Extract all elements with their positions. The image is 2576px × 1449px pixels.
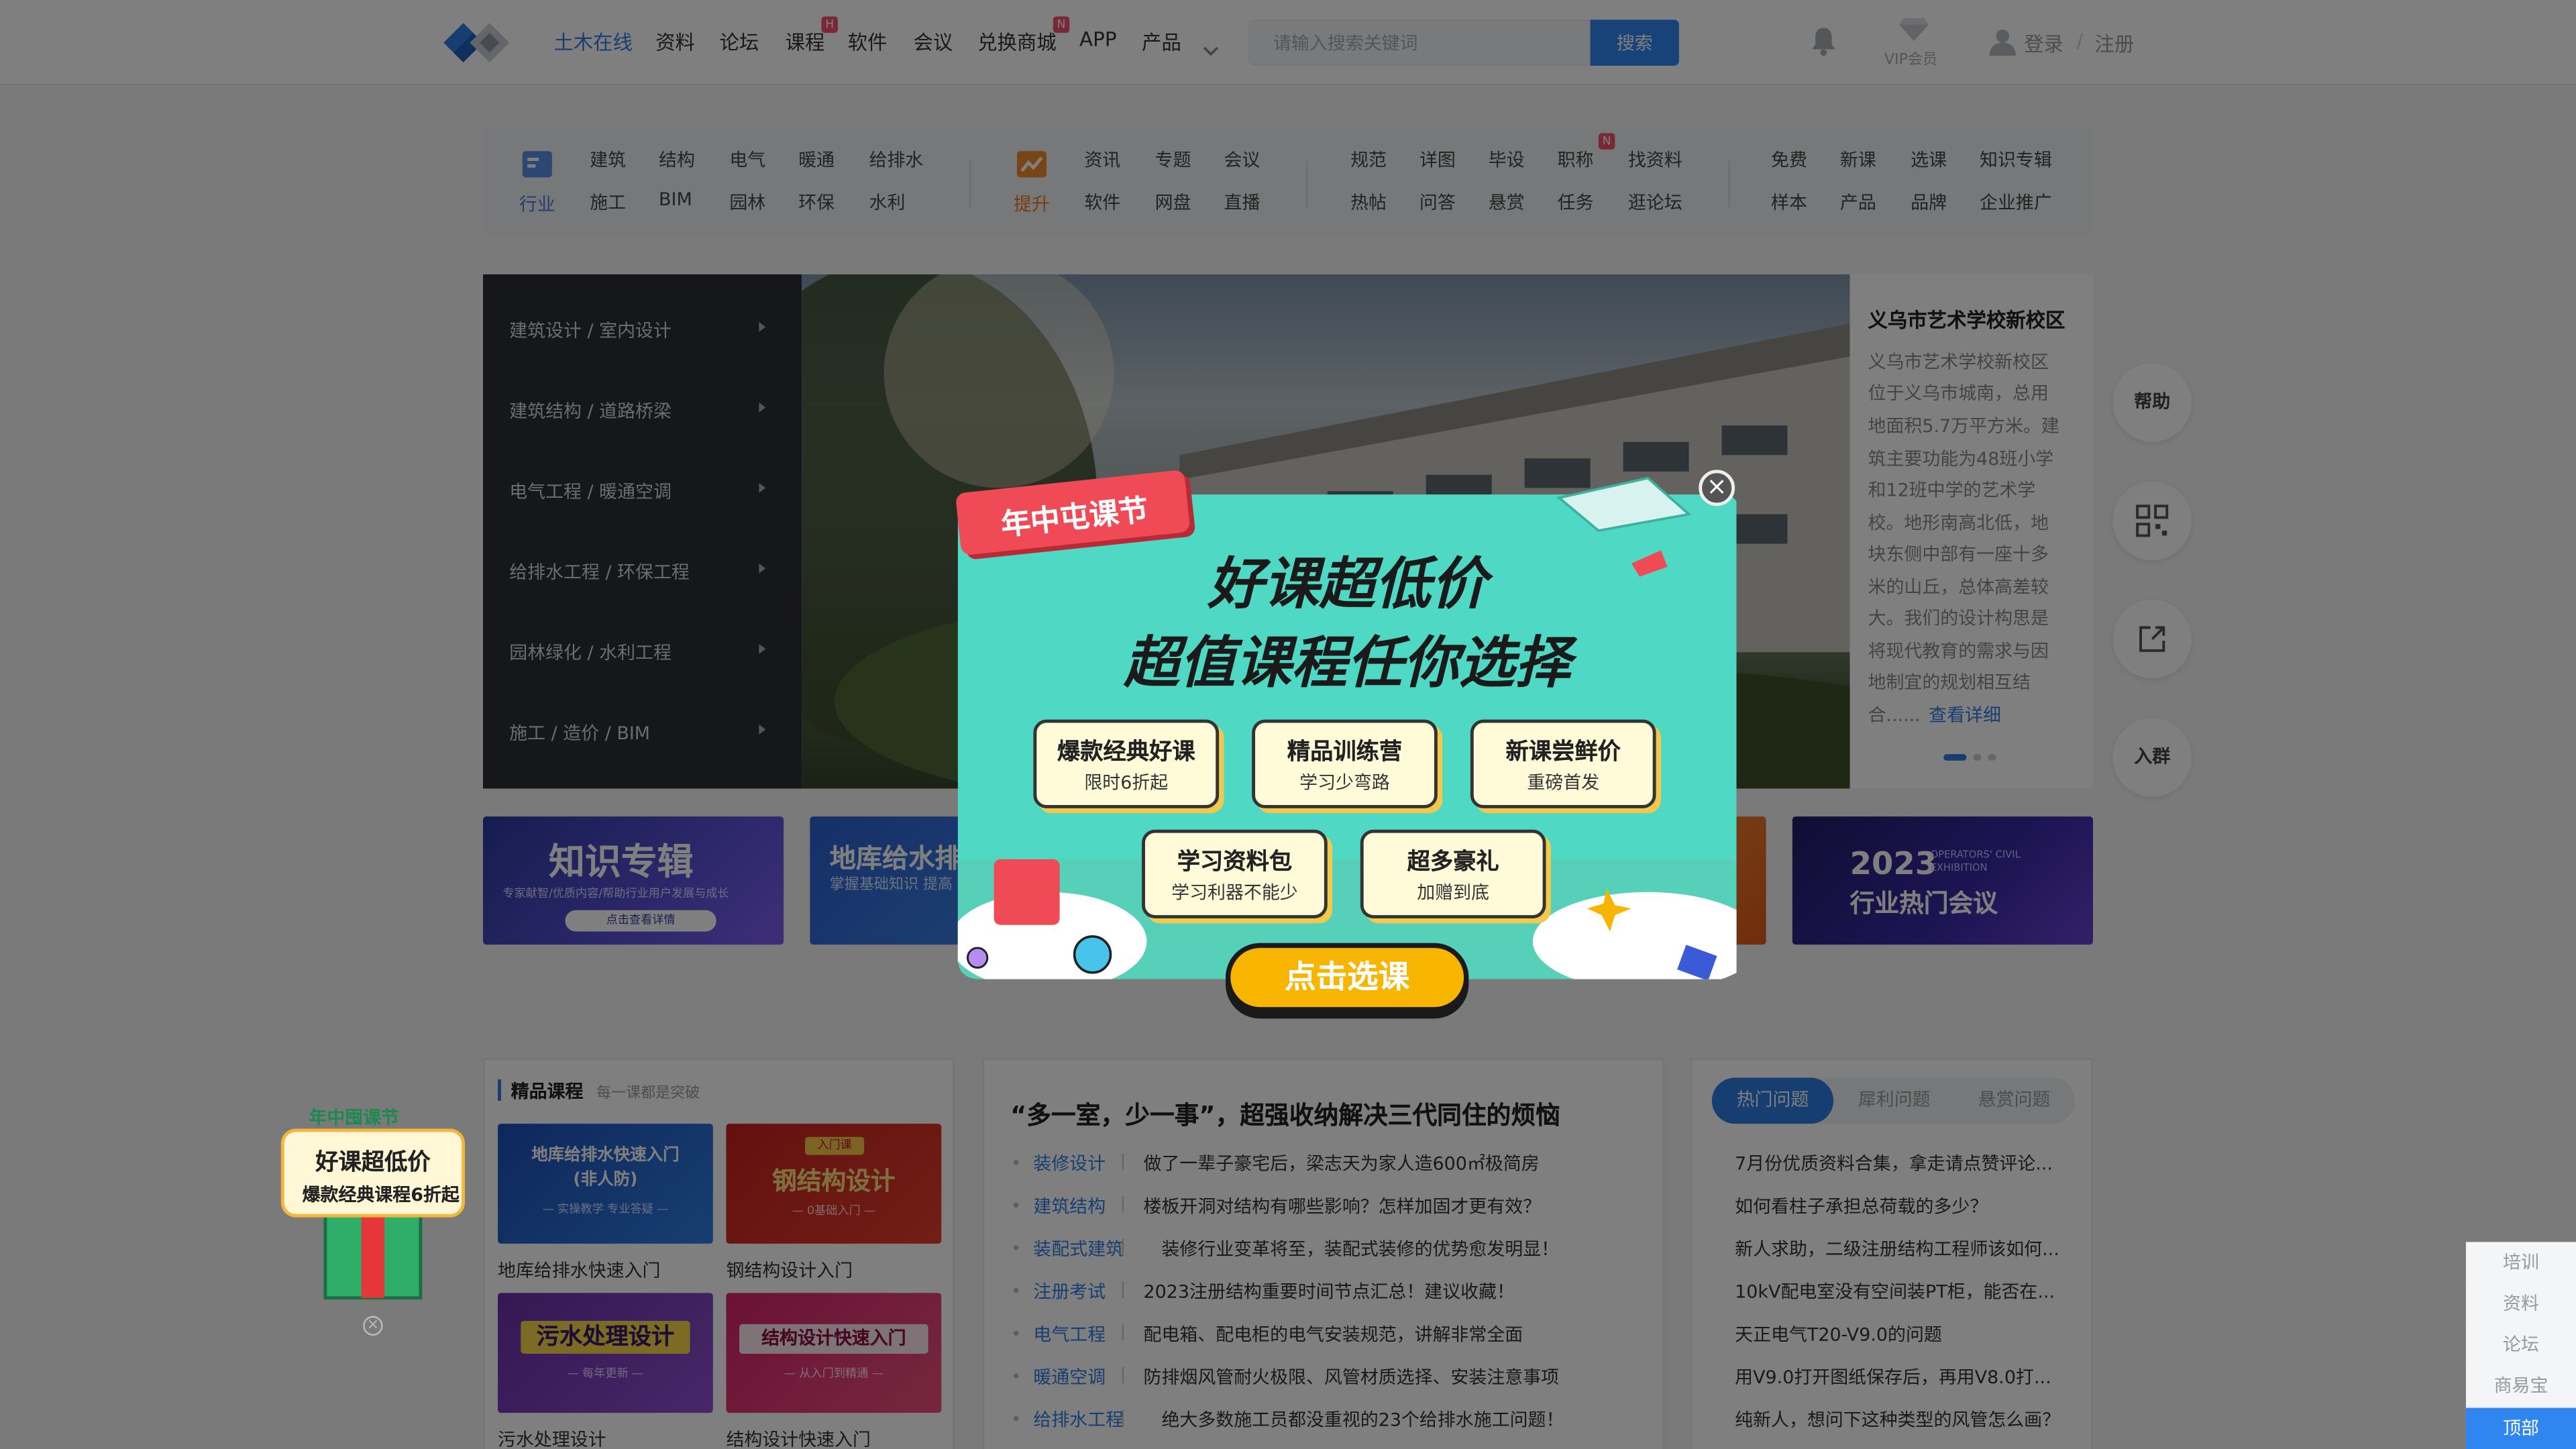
side-ad-line2: 好课超低价 <box>315 1150 431 1177</box>
side-ad[interactable]: 年中囤课节 好课超低价 爆款经典课程6折起 <box>266 1097 480 1303</box>
modal-option-button[interactable]: 爆款经典好课 限时6折起 <box>1033 719 1220 808</box>
modal-option-button[interactable]: 学习资料包 学习利器不能少 <box>1142 829 1328 918</box>
modal-title-2: 超值课程任你选择 <box>1124 631 1571 697</box>
side-nav-forum[interactable]: 论坛 <box>2465 1324 2576 1366</box>
close-icon[interactable]: × <box>1699 470 1735 506</box>
modal-option-button[interactable]: 精品训练营 学习少弯路 <box>1252 719 1438 808</box>
side-nav-shangyibao[interactable]: 商易宝 <box>2465 1365 2576 1407</box>
back-to-top-button[interactable]: 顶部 <box>2465 1407 2576 1449</box>
side-ad-line3: 爆款经典课程6折起 <box>302 1184 460 1206</box>
modal-option-button[interactable]: 新课尝鲜价 重磅首发 <box>1470 719 1656 808</box>
modal-title-1: 好课超低价 <box>1208 551 1487 618</box>
side-ad-line1: 年中囤课节 <box>309 1107 400 1129</box>
modal-option-button[interactable]: 超多豪礼 加赠到底 <box>1360 829 1546 918</box>
side-ad-close-icon[interactable]: × <box>363 1316 383 1336</box>
side-nav-training[interactable]: 培训 <box>2465 1242 2576 1283</box>
promo-modal: 年中屯课节 好课超低价 超值课程任你选择 爆款经典好课 限时6折起 精品训练营 学习… <box>955 465 1737 1012</box>
side-nav-docs[interactable]: 资料 <box>2465 1283 2576 1324</box>
modal-cta-button[interactable]: 点击选课 <box>1225 943 1469 1012</box>
